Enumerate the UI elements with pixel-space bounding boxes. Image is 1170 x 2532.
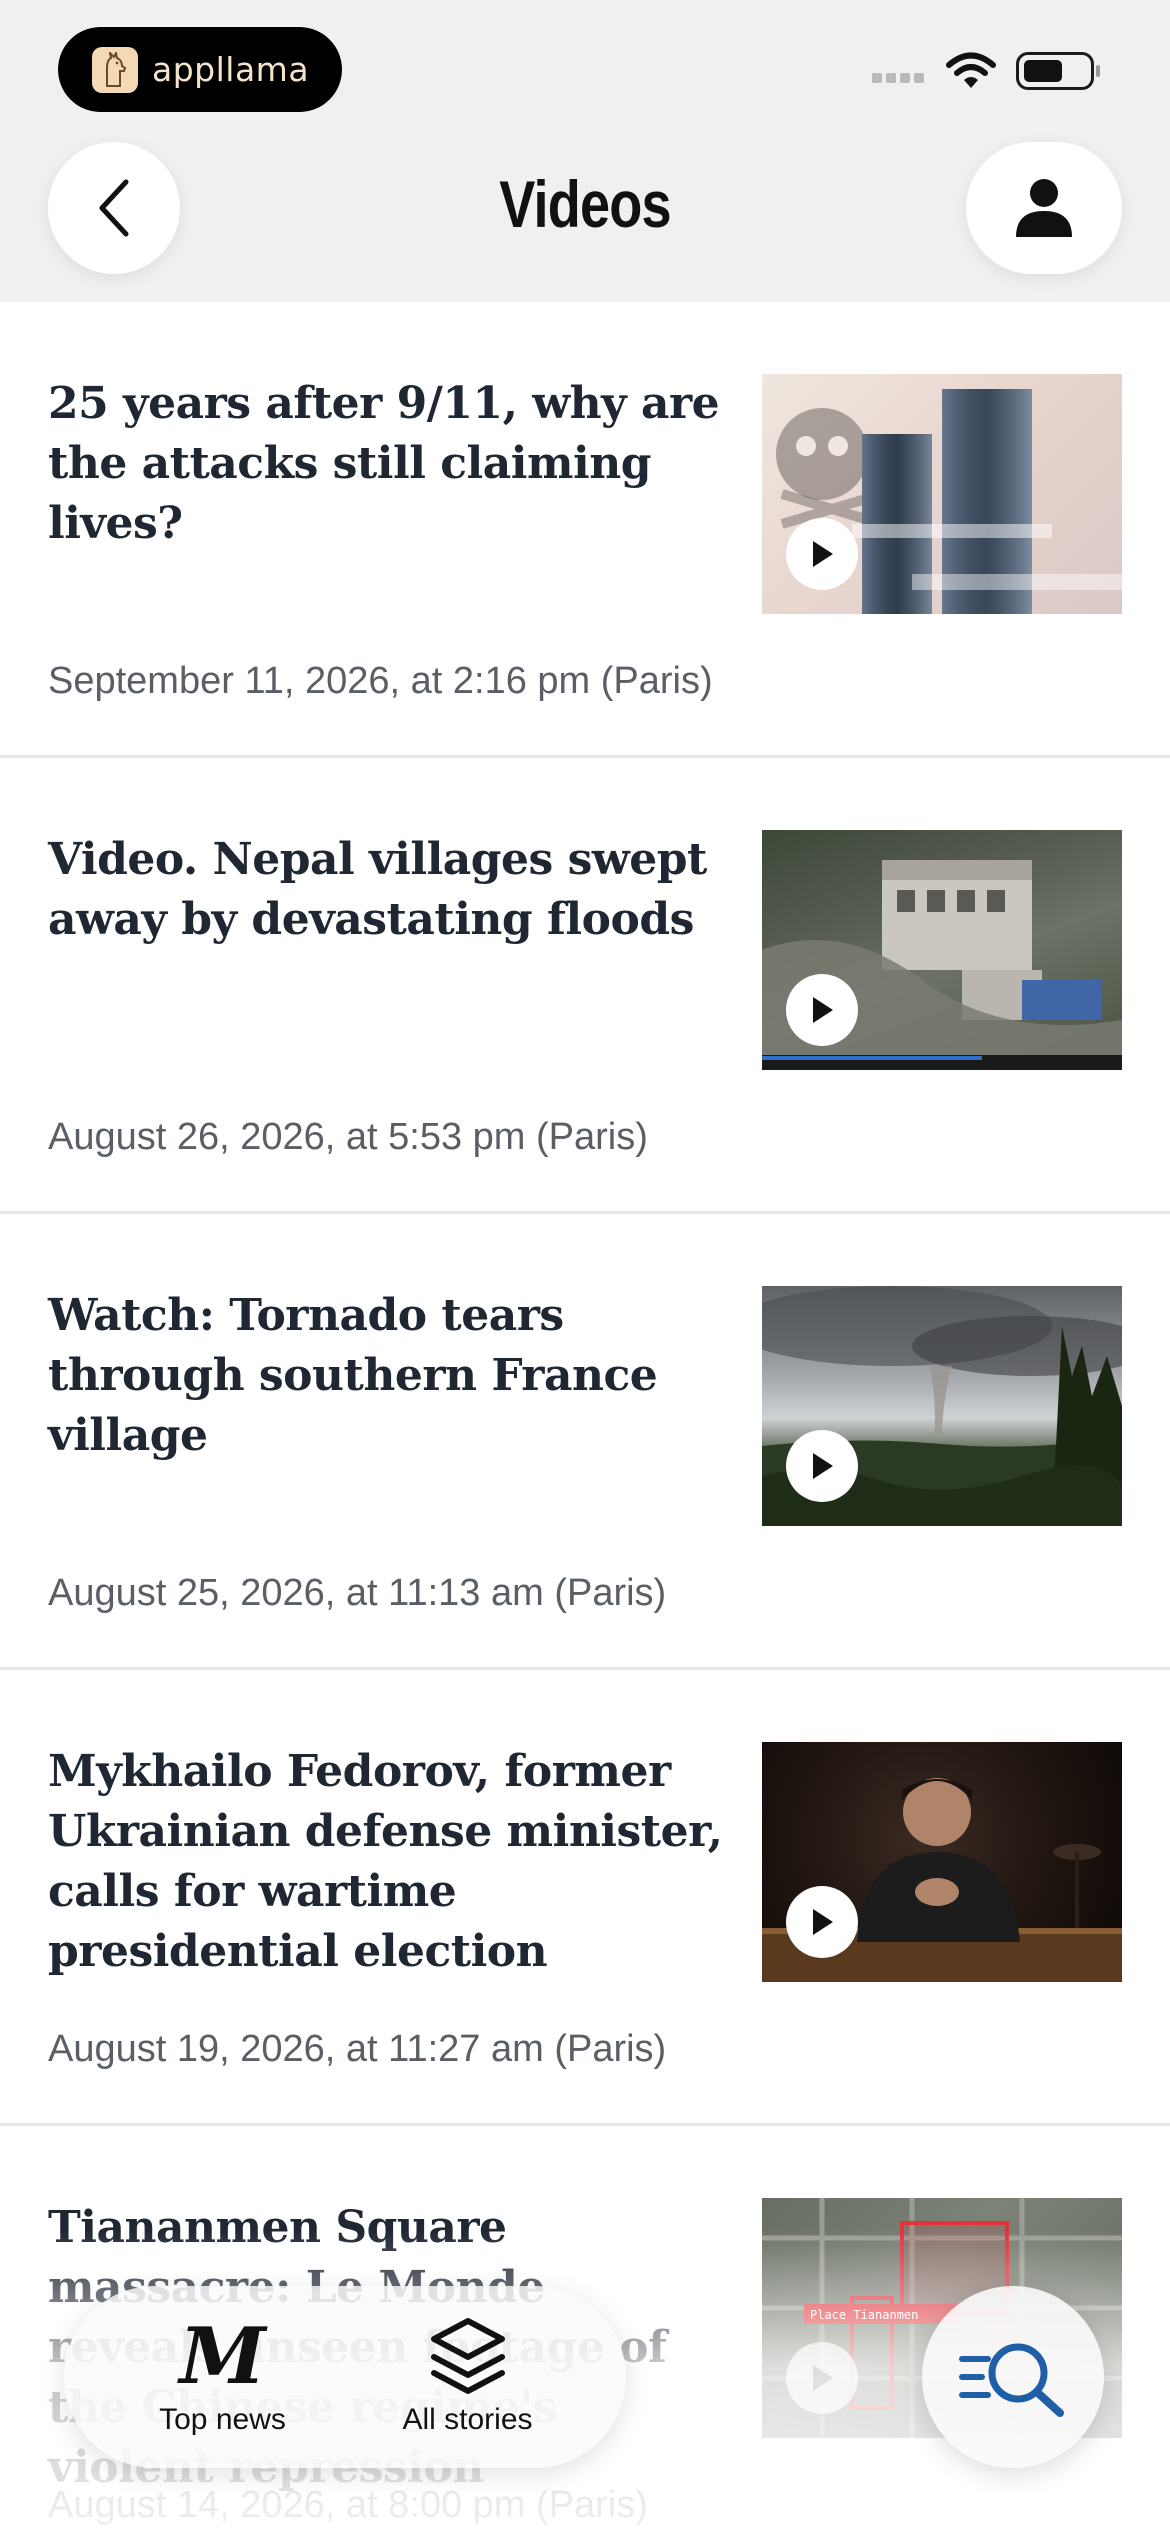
play-icon bbox=[813, 2365, 833, 2391]
video-headline[interactable]: Mykhailo Fedorov, former Ukrainian defen… bbox=[48, 1742, 728, 1982]
page-title: Videos bbox=[499, 167, 671, 241]
play-button[interactable] bbox=[786, 518, 858, 590]
le-monde-logo-icon: M bbox=[179, 2311, 266, 2402]
layers-icon bbox=[430, 2318, 505, 2394]
video-thumbnail[interactable] bbox=[762, 1742, 1122, 1982]
play-button[interactable] bbox=[786, 974, 858, 1046]
account-button[interactable] bbox=[966, 142, 1122, 274]
video-item[interactable]: Mykhailo Fedorov, former Ukrainian defen… bbox=[0, 1670, 1170, 2126]
play-icon bbox=[813, 1909, 833, 1935]
brand-name: appllama bbox=[152, 50, 310, 89]
video-headline[interactable]: 25 years after 9/11, why are the attacks… bbox=[48, 374, 728, 554]
video-thumbnail[interactable] bbox=[762, 830, 1122, 1070]
cellular-signal-icon bbox=[872, 73, 924, 83]
brand-pill: appllama bbox=[58, 27, 342, 112]
bottom-tab-bar: M Top news All stories bbox=[64, 2286, 626, 2468]
video-date: August 19, 2026, at 11:27 am (Paris) bbox=[48, 2028, 667, 2070]
video-date: August 25, 2026, at 11:13 am (Paris) bbox=[48, 1572, 667, 1614]
video-thumbnail[interactable] bbox=[762, 374, 1122, 614]
llama-logo-icon bbox=[92, 46, 138, 93]
wifi-icon bbox=[946, 52, 996, 88]
search-button[interactable] bbox=[922, 2286, 1104, 2468]
person-icon bbox=[1016, 179, 1072, 237]
video-date: September 11, 2026, at 2:16 pm (Paris) bbox=[48, 660, 713, 702]
video-item[interactable]: Watch: Tornado tears through southern Fr… bbox=[0, 1214, 1170, 1670]
play-button[interactable] bbox=[786, 2342, 858, 2414]
play-icon bbox=[813, 541, 833, 567]
top-bar: appllama Videos bbox=[0, 0, 1170, 302]
tab-label: Top news bbox=[159, 2403, 286, 2436]
status-icons bbox=[872, 52, 1100, 90]
tab-label: All stories bbox=[402, 2403, 533, 2436]
video-thumbnail[interactable] bbox=[762, 1286, 1122, 1526]
battery-icon bbox=[1016, 52, 1100, 90]
play-button[interactable] bbox=[786, 1886, 858, 1958]
video-list: 25 years after 9/11, why are the attacks… bbox=[0, 302, 1170, 2532]
video-date: August 26, 2026, at 5:53 pm (Paris) bbox=[48, 1116, 648, 1158]
video-item[interactable]: Video. Nepal villages swept away by deva… bbox=[0, 758, 1170, 1214]
video-date: August 14, 2026, at 8:00 pm (Paris) bbox=[48, 2484, 648, 2526]
video-item[interactable]: 25 years after 9/11, why are the attacks… bbox=[0, 302, 1170, 758]
map-overlay-label: Place Tiananmen bbox=[810, 2308, 918, 2322]
video-headline[interactable]: Watch: Tornado tears through southern Fr… bbox=[48, 1286, 728, 1466]
tab-top-news[interactable]: M Top news bbox=[113, 2317, 333, 2437]
play-icon bbox=[813, 997, 833, 1023]
play-button[interactable] bbox=[786, 1430, 858, 1502]
tab-all-stories[interactable]: All stories bbox=[358, 2317, 578, 2437]
play-icon bbox=[813, 1453, 833, 1479]
search-list-icon bbox=[959, 2343, 1064, 2417]
video-headline[interactable]: Video. Nepal villages swept away by deva… bbox=[48, 830, 728, 950]
